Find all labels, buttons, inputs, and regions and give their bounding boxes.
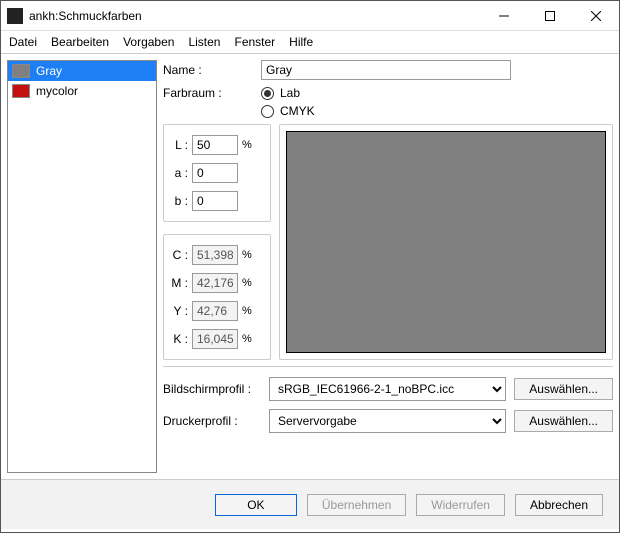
ok-button[interactable]: OK bbox=[215, 494, 297, 516]
lab-b-label: b : bbox=[170, 194, 188, 208]
menu-bearbeiten[interactable]: Bearbeiten bbox=[51, 35, 109, 49]
lab-l-label: L : bbox=[170, 138, 188, 152]
color-swatch bbox=[12, 84, 30, 98]
cmyk-k-label: K : bbox=[170, 332, 188, 346]
color-preview bbox=[286, 131, 606, 353]
menu-fenster[interactable]: Fenster bbox=[234, 35, 275, 49]
screen-profile-row: Bildschirmprofil : sRGB_IEC61966-2-1_noB… bbox=[163, 377, 613, 401]
color-list-item[interactable]: mycolor bbox=[8, 81, 156, 101]
menu-listen[interactable]: Listen bbox=[188, 35, 220, 49]
cmyk-m-value bbox=[192, 273, 238, 293]
lab-a-label: a : bbox=[170, 166, 188, 180]
colorspace-radios: Lab CMYK bbox=[261, 86, 315, 118]
cmyk-y-label: Y : bbox=[170, 304, 188, 318]
name-row: Name : bbox=[163, 60, 613, 80]
cancel-button[interactable]: Abbrechen bbox=[515, 494, 603, 516]
color-list[interactable]: Gray mycolor bbox=[7, 60, 157, 473]
color-list-item[interactable]: Gray bbox=[8, 61, 156, 81]
lab-l-input[interactable] bbox=[192, 135, 238, 155]
colorspace-row: Farbraum : Lab CMYK bbox=[163, 86, 613, 118]
profiles: Bildschirmprofil : sRGB_IEC61966-2-1_noB… bbox=[163, 366, 613, 433]
screen-profile-select[interactable]: sRGB_IEC61966-2-1_noBPC.icc bbox=[269, 377, 506, 401]
color-list-label: mycolor bbox=[36, 84, 78, 98]
lab-a-input[interactable] bbox=[192, 163, 238, 183]
window-controls bbox=[481, 1, 619, 30]
printer-profile-label: Druckerprofil : bbox=[163, 414, 261, 428]
cmyk-c-label: C : bbox=[170, 248, 188, 262]
color-list-label: Gray bbox=[36, 64, 62, 78]
radio-lab-label: Lab bbox=[280, 86, 300, 100]
close-button[interactable] bbox=[573, 1, 619, 30]
cmyk-m-label: M : bbox=[170, 276, 188, 290]
revert-button[interactable]: Widerrufen bbox=[416, 494, 505, 516]
colorspace-label: Farbraum : bbox=[163, 86, 253, 100]
printer-profile-choose-button[interactable]: Auswählen... bbox=[514, 410, 613, 432]
percent-label: % bbox=[242, 139, 252, 151]
cmyk-group: C : % M : % Y : % K : bbox=[163, 234, 271, 360]
radio-lab[interactable]: Lab bbox=[261, 86, 315, 100]
minimize-button[interactable] bbox=[481, 1, 527, 30]
printer-profile-row: Druckerprofil : Servervorgabe Auswählen.… bbox=[163, 409, 613, 433]
cmyk-y-value bbox=[192, 301, 238, 321]
name-label: Name : bbox=[163, 63, 253, 77]
apply-button[interactable]: Übernehmen bbox=[307, 494, 406, 516]
menu-vorgaben[interactable]: Vorgaben bbox=[123, 35, 174, 49]
lab-group: L : % a : b : bbox=[163, 124, 271, 222]
radio-icon bbox=[261, 87, 274, 100]
footer: OK Übernehmen Widerrufen Abbrechen bbox=[1, 479, 619, 529]
percent-label: % bbox=[242, 333, 252, 345]
value-column: L : % a : b : C : bbox=[163, 124, 271, 360]
workarea: Gray mycolor Name : Farbraum : Lab CMYK bbox=[1, 54, 619, 479]
titlebar: ankh:Schmuckfarben bbox=[1, 1, 619, 31]
menu-hilfe[interactable]: Hilfe bbox=[289, 35, 313, 49]
cmyk-k-value bbox=[192, 329, 238, 349]
percent-label: % bbox=[242, 277, 252, 289]
maximize-button[interactable] bbox=[527, 1, 573, 30]
main-panel: Name : Farbraum : Lab CMYK L : bbox=[163, 60, 613, 473]
name-input[interactable] bbox=[261, 60, 511, 80]
preview-frame bbox=[279, 124, 613, 360]
radio-cmyk[interactable]: CMYK bbox=[261, 104, 315, 118]
menu-datei[interactable]: Datei bbox=[9, 35, 37, 49]
percent-label: % bbox=[242, 305, 252, 317]
screen-profile-label: Bildschirmprofil : bbox=[163, 382, 261, 396]
radio-cmyk-label: CMYK bbox=[280, 104, 315, 118]
printer-profile-select[interactable]: Servervorgabe bbox=[269, 409, 506, 433]
percent-label: % bbox=[242, 249, 252, 261]
mid-area: L : % a : b : C : bbox=[163, 124, 613, 360]
menubar: Datei Bearbeiten Vorgaben Listen Fenster… bbox=[1, 31, 619, 54]
screen-profile-choose-button[interactable]: Auswählen... bbox=[514, 378, 613, 400]
app-icon bbox=[7, 8, 23, 24]
color-swatch bbox=[12, 64, 30, 78]
lab-b-input[interactable] bbox=[192, 191, 238, 211]
radio-icon bbox=[261, 105, 274, 118]
window-title: ankh:Schmuckfarben bbox=[29, 9, 481, 23]
cmyk-c-value bbox=[192, 245, 238, 265]
